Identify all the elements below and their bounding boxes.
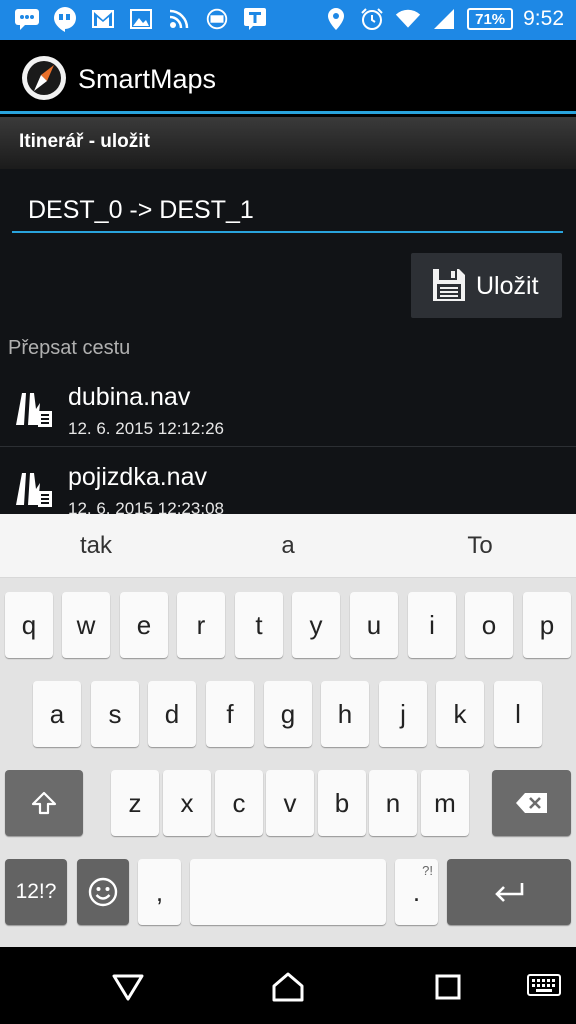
battery-icon: 71%: [467, 8, 514, 30]
hangouts-icon: [52, 6, 78, 32]
notification-icons: [14, 6, 268, 32]
file-list-item[interactable]: dubina.nav 12. 6. 2015 12:12:26: [0, 369, 576, 447]
backspace-icon: [515, 793, 547, 813]
key-d[interactable]: d: [148, 681, 196, 747]
key-r[interactable]: r: [177, 592, 225, 658]
emoji-icon: [88, 877, 118, 907]
system-icons: 71% 9:52: [323, 6, 564, 32]
key-y[interactable]: y: [292, 592, 340, 658]
enter-key[interactable]: [447, 859, 571, 925]
file-name: pojizdka.nav: [68, 463, 207, 491]
period-hint: ?!: [422, 863, 433, 878]
route-file-icon: [14, 469, 54, 509]
keyboard-icon[interactable]: [526, 969, 562, 1005]
key-u[interactable]: u: [350, 592, 398, 658]
navigation-bar: [0, 947, 576, 1024]
period-label: .: [412, 876, 421, 907]
gmail-icon: [90, 6, 116, 32]
recents-icon[interactable]: [430, 969, 466, 1005]
key-k[interactable]: k: [436, 681, 484, 747]
key-j[interactable]: j: [379, 681, 427, 747]
key-q[interactable]: q: [5, 592, 53, 658]
back-icon[interactable]: [110, 969, 146, 1005]
podcast-icon: [166, 6, 192, 32]
app-bar: SmartMaps: [0, 40, 576, 114]
key-l[interactable]: l: [494, 681, 542, 747]
key-z[interactable]: z: [111, 770, 159, 836]
comma-key[interactable]: ,: [138, 859, 181, 925]
key-o[interactable]: o: [465, 592, 513, 658]
suggestion[interactable]: To: [420, 532, 540, 560]
key-m[interactable]: m: [421, 770, 469, 836]
route-file-icon: [14, 389, 54, 429]
key-w[interactable]: w: [62, 592, 110, 658]
shift-icon: [31, 791, 57, 815]
signal-icon: [431, 6, 457, 32]
key-f[interactable]: f: [206, 681, 254, 747]
enter-icon: [495, 883, 524, 902]
key-a[interactable]: a: [33, 681, 81, 747]
save-button-label: Uložit: [476, 272, 539, 300]
suggestion[interactable]: a: [228, 532, 348, 560]
mobile-data-icon: [204, 6, 230, 32]
wifi-icon: [395, 6, 421, 32]
symbols-key[interactable]: 12!?: [5, 859, 67, 925]
image-icon: [128, 6, 154, 32]
key-g[interactable]: g: [264, 681, 312, 747]
key-h[interactable]: h: [321, 681, 369, 747]
overwrite-route-label: Přepsat cestu: [8, 337, 131, 359]
key-x[interactable]: x: [163, 770, 211, 836]
key-b[interactable]: b: [318, 770, 366, 836]
key-c[interactable]: c: [215, 770, 263, 836]
space-key[interactable]: [190, 859, 386, 925]
key-n[interactable]: n: [369, 770, 417, 836]
home-icon[interactable]: [270, 969, 306, 1005]
alarm-icon: [359, 6, 385, 32]
floppy-icon: [431, 267, 467, 303]
key-i[interactable]: i: [408, 592, 456, 658]
emoji-key[interactable]: [77, 859, 129, 925]
section-title: Itinerář - uložit: [19, 131, 150, 152]
route-name-input[interactable]: DEST_0 -> DEST_1: [12, 189, 563, 233]
file-date: 12. 6. 2015 12:12:26: [68, 419, 224, 438]
shift-key[interactable]: [5, 770, 83, 836]
app-title: SmartMaps: [78, 64, 217, 94]
status-bar: 71% 9:52: [0, 0, 576, 40]
key-p[interactable]: p: [523, 592, 571, 658]
key-t[interactable]: t: [235, 592, 283, 658]
route-save-content: DEST_0 -> DEST_1 Uložit Přepsat cestu du…: [0, 169, 576, 518]
key-v[interactable]: v: [266, 770, 314, 836]
section-header: Itinerář - uložit: [0, 117, 576, 169]
key-s[interactable]: s: [91, 681, 139, 747]
chat-icon: [14, 6, 40, 32]
backspace-key[interactable]: [492, 770, 571, 836]
compass-icon[interactable]: [20, 54, 68, 102]
suggestion[interactable]: tak: [36, 532, 156, 560]
file-name: dubina.nav: [68, 383, 191, 411]
location-icon: [323, 6, 349, 32]
route-name-value: DEST_0 -> DEST_1: [28, 196, 254, 224]
clock: 9:52: [523, 7, 564, 30]
key-e[interactable]: e: [120, 592, 168, 658]
t-app-icon: [242, 6, 268, 32]
save-button[interactable]: Uložit: [411, 253, 562, 318]
soft-keyboard: tak a To q w e r t y u i o p a s d f g h…: [0, 514, 576, 947]
suggestion-bar: tak a To: [0, 514, 576, 578]
period-key[interactable]: ?! .: [395, 859, 438, 925]
